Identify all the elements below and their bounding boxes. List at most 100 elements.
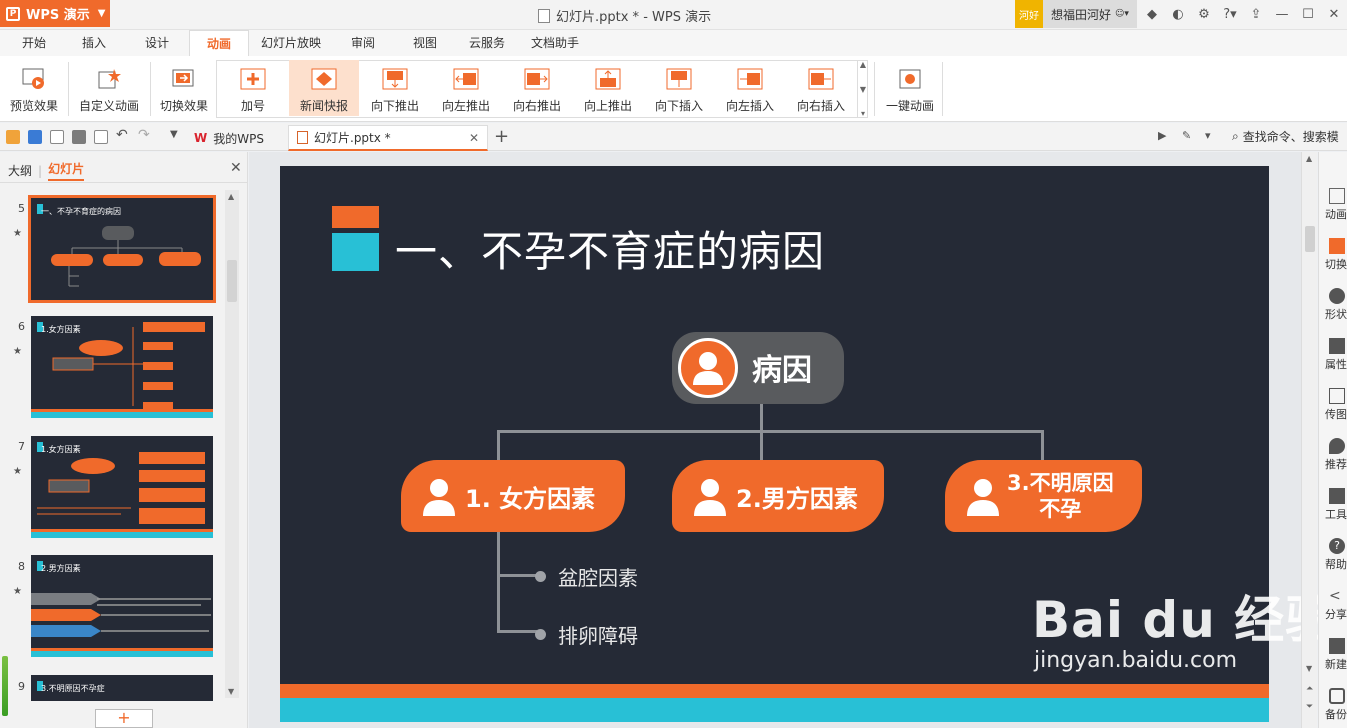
sidebar-item-new[interactable]: 新建 bbox=[1325, 638, 1347, 672]
switch-effect-button[interactable]: 切换效果 bbox=[156, 60, 212, 116]
preview-icon bbox=[21, 67, 47, 91]
transition-icon bbox=[1329, 238, 1345, 254]
tab-doc-assistant[interactable]: 文档助手 bbox=[525, 30, 585, 56]
gallery-item-insert-right[interactable]: 向右插入 bbox=[786, 60, 856, 116]
chevron-down-icon[interactable]: ▼ bbox=[1306, 664, 1312, 673]
skin-icon[interactable]: ◆ bbox=[1139, 7, 1165, 22]
minimize-icon[interactable]: — bbox=[1269, 7, 1295, 22]
slide-thumbnail-8[interactable]: 2.男方因素 bbox=[31, 555, 213, 657]
node-unknown-cause[interactable]: 3.不明原因 不孕 bbox=[945, 460, 1142, 532]
tab-animation[interactable]: 动画 bbox=[189, 30, 249, 56]
gallery-item-push-left[interactable]: 向左推出 bbox=[431, 60, 501, 116]
sidebar-item-help[interactable]: ? 帮助 bbox=[1325, 538, 1347, 572]
prev-page-icon[interactable]: ⏶ bbox=[1306, 684, 1313, 694]
gallery-item-insert-down[interactable]: 向下插入 bbox=[644, 60, 714, 116]
brush-icon[interactable]: ✎ bbox=[1182, 129, 1191, 142]
footer-bar-orange bbox=[280, 684, 1269, 698]
leaf-ovulation[interactable]: 排卵障碍 bbox=[535, 620, 638, 649]
gallery-item-plus[interactable]: 加号 bbox=[218, 60, 288, 116]
redo-icon[interactable]: ↷ bbox=[138, 127, 150, 143]
chevron-down-icon[interactable]: ▼ bbox=[170, 129, 178, 140]
gallery-scrollbar[interactable]: ▲ ▼ ▾ bbox=[857, 60, 868, 118]
slide-thumbnail-9[interactable]: 3.不明原因不孕症 bbox=[31, 675, 213, 701]
sidebar-item-backup[interactable]: 备份 bbox=[1325, 688, 1347, 722]
app-menu-button[interactable]: P WPS 演示 ▼ bbox=[0, 0, 110, 27]
one-key-animation-button[interactable]: 一键动画 bbox=[880, 60, 940, 116]
sidebar-item-switch[interactable]: 切换 bbox=[1325, 238, 1347, 272]
help-icon[interactable]: ?▾ bbox=[1217, 7, 1243, 22]
undo-icon[interactable]: ↶ bbox=[116, 127, 128, 143]
node-male-factor[interactable]: 2.男方因素 bbox=[672, 460, 884, 532]
tab-design[interactable]: 设计 bbox=[137, 30, 177, 56]
sidebar-item-share[interactable]: < 分享 bbox=[1325, 588, 1347, 622]
slide-thumbnail-7[interactable]: 1.女方因素 bbox=[31, 436, 213, 538]
person-icon bbox=[415, 472, 463, 520]
save-icon[interactable] bbox=[28, 130, 42, 144]
print-icon[interactable] bbox=[72, 130, 86, 144]
sidebar-item-tools[interactable]: 工具 bbox=[1325, 488, 1347, 522]
divider bbox=[0, 182, 247, 183]
feedback-icon[interactable]: ◐ bbox=[1165, 7, 1191, 22]
tab-slideshow[interactable]: 幻灯片放映 bbox=[256, 30, 326, 56]
sidebar-item-animation[interactable]: 动画 bbox=[1325, 188, 1347, 222]
tab-cloud[interactable]: 云服务 bbox=[464, 30, 510, 56]
comment-icon[interactable]: ▾ bbox=[1205, 129, 1211, 142]
chevron-up-icon[interactable]: ▲ bbox=[228, 192, 234, 201]
close-icon[interactable]: ✕ bbox=[469, 131, 479, 145]
tab-home[interactable]: 开始 bbox=[14, 30, 54, 56]
tab-view[interactable]: 视图 bbox=[405, 30, 445, 56]
tab-outline[interactable]: 大纲 bbox=[8, 162, 32, 179]
canvas-scrollbar[interactable]: ▲ ▼ ⏶ ⏷ bbox=[1301, 152, 1317, 728]
slideshow-icon[interactable]: ▶ bbox=[1158, 129, 1166, 142]
gallery-item-push-down[interactable]: 向下推出 bbox=[360, 60, 430, 116]
print-preview-icon[interactable] bbox=[94, 130, 108, 144]
close-icon[interactable]: ✕ bbox=[230, 160, 242, 176]
scrollbar-thumb[interactable] bbox=[1305, 226, 1315, 252]
add-slide-button[interactable]: + bbox=[95, 709, 153, 728]
file-icon bbox=[538, 8, 550, 23]
chevron-up-icon[interactable]: ▲ bbox=[1306, 154, 1312, 163]
user-name[interactable]: 想福田河好 ☺▾ bbox=[1043, 0, 1137, 28]
slides-scrollbar[interactable]: ▲ ▼ bbox=[225, 190, 239, 698]
user-area[interactable]: 河好 想福田河好 ☺▾ bbox=[1015, 0, 1137, 28]
slide-thumbnail-6[interactable]: 1.女方因素 bbox=[31, 316, 213, 418]
close-icon[interactable]: ✕ bbox=[1321, 7, 1347, 22]
command-search[interactable]: ⌕ 查找命令、搜索模 bbox=[1232, 128, 1339, 145]
tab-insert[interactable]: 插入 bbox=[74, 30, 114, 56]
node-female-factor[interactable]: 1. 女方因素 bbox=[401, 460, 625, 532]
open-icon[interactable] bbox=[6, 130, 20, 144]
new-tab-icon[interactable]: + bbox=[494, 126, 509, 147]
gallery-item-news-flash[interactable]: 新闻快报 bbox=[289, 60, 359, 116]
chevron-down-icon[interactable]: ▼ bbox=[860, 85, 866, 94]
gallery-item-push-right[interactable]: 向右推出 bbox=[502, 60, 572, 116]
sidebar-item-shape[interactable]: 形状 bbox=[1325, 288, 1347, 322]
tab-slides[interactable]: 幻灯片 bbox=[48, 160, 85, 181]
tab-review[interactable]: 审阅 bbox=[343, 30, 383, 56]
upload-icon[interactable]: ⇪ bbox=[1243, 7, 1269, 22]
next-page-icon[interactable]: ⏷ bbox=[1306, 702, 1313, 712]
panel-tabs: 大纲 | 幻灯片 bbox=[8, 160, 85, 181]
slide-title[interactable]: 一、不孕不育症的病因 bbox=[395, 218, 825, 279]
gallery-item-insert-left[interactable]: 向左插入 bbox=[715, 60, 785, 116]
sidebar-item-upload-image[interactable]: 传图 bbox=[1325, 388, 1347, 422]
custom-animation-button[interactable]: 自定义动画 bbox=[76, 60, 142, 116]
window-controls: ◆ ◐ ⚙ ?▾ ⇪ — ☐ ✕ bbox=[1139, 0, 1347, 28]
chevron-down-icon[interactable]: ▼ bbox=[228, 687, 234, 696]
share-icon: < bbox=[1329, 588, 1341, 604]
sidebar-item-properties[interactable]: 属性 bbox=[1325, 338, 1347, 372]
doc-tab-file[interactable]: 幻灯片.pptx * ✕ bbox=[288, 125, 488, 151]
gallery-item-push-up[interactable]: 向上推出 bbox=[573, 60, 643, 116]
preview-effect-button[interactable]: 预览效果 bbox=[6, 60, 62, 116]
expand-icon[interactable]: ▾ bbox=[861, 109, 865, 118]
user-avatar[interactable]: 河好 bbox=[1015, 0, 1043, 28]
settings-icon[interactable]: ⚙ bbox=[1191, 7, 1217, 22]
scrollbar-thumb[interactable] bbox=[227, 260, 237, 302]
wps-logo-icon: P bbox=[6, 6, 20, 21]
chevron-up-icon[interactable]: ▲ bbox=[860, 60, 866, 69]
export-pdf-icon[interactable] bbox=[50, 130, 64, 144]
root-node[interactable]: 病因 bbox=[672, 332, 844, 404]
leaf-pelvic[interactable]: 盆腔因素 bbox=[535, 562, 638, 591]
sidebar-item-recommend[interactable]: 推荐 bbox=[1325, 438, 1347, 472]
maximize-icon[interactable]: ☐ bbox=[1295, 7, 1321, 22]
slide-thumbnail-5[interactable]: 一、不孕不育症的病因 bbox=[28, 195, 216, 303]
